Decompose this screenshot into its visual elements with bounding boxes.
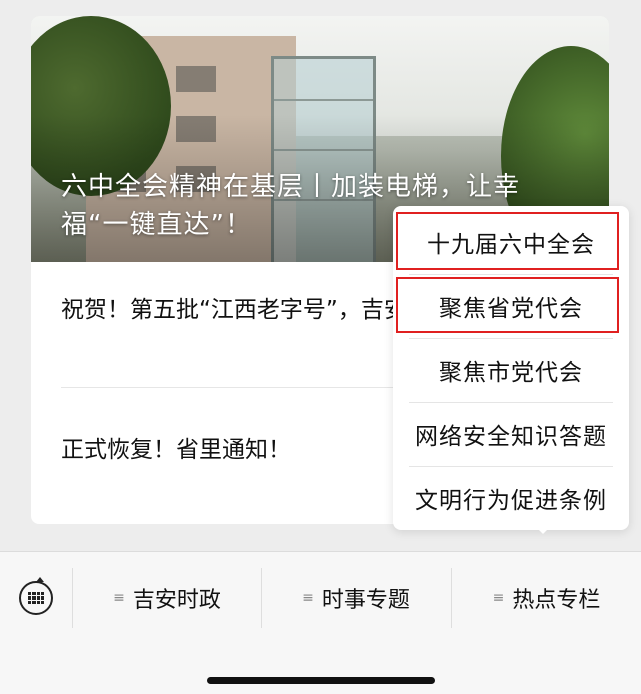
home-indicator[interactable] bbox=[207, 677, 435, 684]
tab-hot-column[interactable]: ≡ 热点专栏 bbox=[452, 576, 641, 620]
tab-label: 热点专栏 bbox=[512, 588, 601, 613]
tab-label: 吉安时政 bbox=[132, 588, 221, 613]
highlight-box bbox=[396, 212, 619, 270]
menu-lines-icon: ≡ bbox=[113, 590, 125, 606]
keyboard-icon bbox=[19, 577, 53, 615]
menu-item-civility-regulation[interactable]: 文明行为促进条例 bbox=[393, 466, 629, 530]
highlight-box bbox=[396, 277, 619, 333]
tab-current-topics[interactable]: ≡ 时事专题 bbox=[262, 576, 450, 620]
menu-item-city-congress[interactable]: 聚焦市党代会 bbox=[393, 338, 629, 402]
tab-jian-politics[interactable]: ≡ 吉安时政 bbox=[73, 576, 261, 620]
popup-caret bbox=[535, 526, 551, 534]
menu-lines-icon: ≡ bbox=[492, 590, 505, 606]
keyboard-toggle-button[interactable] bbox=[14, 576, 58, 620]
menu-item-cyber-quiz[interactable]: 网络安全知识答题 bbox=[393, 402, 629, 466]
tab-label: 时事专题 bbox=[321, 588, 410, 613]
bottom-menu-bar: ≡ 吉安时政 ≡ 时事专题 ≡ 热点专栏 bbox=[0, 551, 641, 694]
menu-lines-icon: ≡ bbox=[302, 590, 314, 606]
